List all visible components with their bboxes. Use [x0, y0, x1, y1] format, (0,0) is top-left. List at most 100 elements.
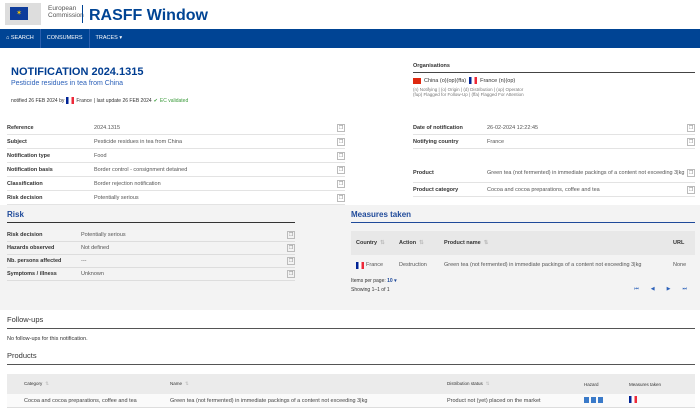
sort-icon: ⇅	[483, 240, 489, 246]
detail-label: Notification basis	[7, 166, 53, 173]
copy-icon[interactable]: ❐	[287, 231, 295, 239]
col-label: Name	[170, 381, 183, 386]
cell-action: Destruction	[399, 262, 427, 268]
next-page-icon[interactable]: ▶	[667, 286, 671, 293]
detail-label: Subject	[7, 138, 27, 145]
detail-row: Product Green tea (not fermented) in imme…	[413, 163, 695, 183]
page-subtitle: Pesticide residues in tea from China	[11, 80, 124, 87]
followups-text: No follow-ups for this notification.	[7, 336, 88, 342]
detail-label: Nb. persons affected	[7, 258, 62, 264]
nav-consumers[interactable]: CONSUMERS	[41, 29, 90, 48]
col-product[interactable]: Product name ⇅	[444, 240, 673, 246]
organisations-title: Organisations	[413, 63, 695, 73]
org-line2: Commission	[48, 12, 84, 19]
cell-country: France	[366, 262, 384, 268]
followups-section: Follow-ups No follow-ups for this notifi…	[7, 315, 695, 342]
detail-value: Border rejection notification	[94, 180, 161, 187]
detail-label: Risk decision	[7, 194, 43, 201]
col-action[interactable]: Action ⇅	[399, 240, 444, 246]
copy-icon[interactable]: ❐	[337, 165, 345, 174]
detail-row: Notifying country France ❐	[413, 135, 695, 149]
col-label: Action	[399, 240, 417, 246]
products-header: Category ⇅ Name ⇅ Distribution status ⇅ Haz…	[7, 374, 695, 394]
detail-row: Symptoms / illness Unknown ❐	[7, 268, 295, 281]
copy-icon[interactable]: ❐	[287, 244, 295, 252]
col-name[interactable]: Name ⇅	[170, 381, 447, 387]
col-status[interactable]: Distribution status ⇅	[447, 381, 584, 387]
copy-icon[interactable]: ❐	[337, 193, 345, 202]
copy-icon[interactable]: ❐	[687, 185, 695, 194]
divider	[82, 5, 83, 23]
detail-row: Product category Cocoa and cocoa preparat…	[413, 183, 695, 197]
hazard-icon	[591, 396, 596, 403]
copy-icon[interactable]: ❐	[687, 168, 695, 177]
detail-label: Reference	[7, 124, 34, 131]
nav-traces[interactable]: TRACES ▾	[90, 29, 129, 48]
prev-page-icon[interactable]: ◀	[651, 286, 655, 293]
table-row[interactable]: Cocoa and cocoa preparations, coffee and…	[7, 394, 695, 408]
copy-icon[interactable]: ❐	[287, 270, 295, 278]
detail-label: Date of notification	[413, 124, 463, 131]
detail-label: Risk decision	[7, 232, 43, 238]
detail-value: Not defined	[81, 245, 110, 251]
detail-label: Symptoms / illness	[7, 271, 57, 277]
col-label: Category	[24, 381, 43, 386]
detail-value: ---	[81, 258, 87, 264]
cell-category: Cocoa and cocoa preparations, coffee and…	[24, 397, 137, 404]
site-header: ✶ European Commission RASFF Window	[0, 0, 700, 28]
measures-header: Country ⇅ Action ⇅ Product name ⇅ URL	[351, 231, 695, 255]
detail-label: Hazards observed	[7, 245, 55, 251]
detail-row: Risk decision Potentially serious ❐	[7, 229, 295, 242]
hazard-icon	[584, 396, 589, 403]
detail-row: Subject Pesticide residues in tea from Ch…	[7, 135, 345, 149]
col-category[interactable]: Category ⇅	[7, 381, 170, 387]
detail-value: Unknown	[81, 271, 104, 277]
copy-icon[interactable]: ❐	[337, 123, 345, 132]
detail-value: 2024.1315	[94, 124, 120, 131]
first-page-icon[interactable]: ⏮	[634, 286, 639, 293]
col-url: URL	[673, 240, 685, 246]
app-title: RASFF Window	[89, 7, 208, 24]
check-icon: ✔	[153, 97, 158, 104]
detail-row: Notification type Food ❐	[7, 149, 345, 163]
col-country[interactable]: Country ⇅	[351, 240, 399, 246]
cell-url: None	[673, 262, 687, 268]
detail-row: Reference 2024.1315 ❐	[7, 121, 345, 135]
nav-search[interactable]: ⌂ SEARCH	[0, 29, 41, 48]
detail-value: France	[487, 138, 505, 145]
cell-product: Green tea (not fermented) in immediate p…	[444, 262, 642, 268]
items-per-page-select[interactable]: 10 ▾	[387, 278, 396, 284]
detail-row: Date of notification 26-02-2024 12:22:45 ❐	[413, 121, 695, 135]
products-section: Products Category ⇅ Name ⇅ Distribution st…	[7, 351, 695, 408]
showing-text: Showing 1–1 of 1	[351, 287, 390, 293]
copy-icon[interactable]: ❐	[337, 137, 345, 146]
detail-value: Cocoa and cocoa preparations, coffee and…	[487, 186, 600, 193]
notified-text: notified 26 FEB 2024 by	[11, 97, 65, 104]
copy-icon[interactable]: ❐	[687, 123, 695, 132]
items-per-page-label: Items per page:	[351, 278, 386, 284]
page-title: NOTIFICATION 2024.1315	[11, 66, 144, 78]
copy-icon[interactable]: ❐	[337, 179, 345, 188]
sort-icon: ⇅	[45, 381, 50, 386]
detail-label: Classification	[7, 180, 43, 187]
col-hazard: Hazard	[584, 381, 599, 387]
notifier-country: France	[76, 97, 92, 104]
detail-value: Food	[94, 152, 107, 159]
details-left: Reference 2024.1315 ❐ Subject Pesticide resi…	[7, 121, 345, 205]
last-page-icon[interactable]: ⏭	[682, 286, 687, 293]
france-flag-icon	[356, 261, 364, 269]
france-flag-icon	[469, 77, 478, 84]
detail-row: Hazards observed Not defined ❐	[7, 242, 295, 255]
copy-icon[interactable]: ❐	[287, 257, 295, 265]
copy-icon[interactable]: ❐	[687, 137, 695, 146]
risk-title: Risk	[7, 210, 295, 223]
detail-row: Notification basis Border control - consi…	[7, 163, 345, 177]
eu-flag-icon: ✶	[10, 7, 28, 20]
details-right: Date of notification 26-02-2024 12:22:45 ❐…	[413, 121, 695, 197]
col-label: Product name	[444, 240, 481, 246]
detail-value: Pesticide residues in tea from China	[94, 138, 183, 145]
copy-icon[interactable]: ❐	[337, 151, 345, 160]
sort-icon: ⇅	[185, 381, 189, 386]
france-flag-icon	[629, 396, 637, 403]
detail-value: Potentially serious	[94, 194, 139, 201]
